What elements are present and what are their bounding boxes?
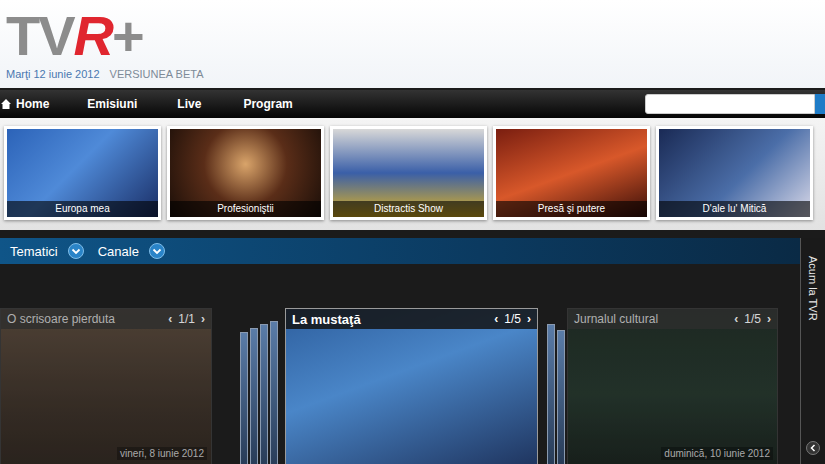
show-panel[interactable]: Jurnalul cultural ‹ 1/5 › duminică, 10 iunie…	[567, 308, 778, 464]
main: Tematici Canale O scrisoare pierduta ‹ 1/1 › v…	[0, 238, 800, 464]
card-stack	[240, 318, 285, 464]
nav-item[interactable]: Program	[243, 97, 292, 111]
featured-card[interactable]: Distractis Show	[330, 126, 487, 220]
next-button[interactable]: ›	[201, 312, 205, 326]
carousel: O scrisoare pierduta ‹ 1/1 › vineri, 8 iunie…	[0, 308, 800, 464]
side-tab[interactable]: Acum la TVR	[800, 238, 825, 464]
stacked-card	[250, 328, 258, 464]
featured-caption: Profesioniştii	[170, 201, 321, 217]
featured-caption: Presă şi putere	[496, 201, 647, 217]
show-title: Jurnalul cultural	[574, 312, 658, 326]
side-tab-label: Acum la TVR	[807, 256, 819, 321]
stacked-card	[557, 330, 565, 464]
pager: ‹ 1/5 ›	[494, 312, 531, 326]
page-count: 1/1	[178, 312, 195, 326]
logo-part: TV	[6, 6, 74, 66]
filter-dropdown[interactable]: Canale	[98, 243, 165, 259]
filter-label: Tematici	[10, 244, 58, 259]
show-panel[interactable]: La mustaţă ‹ 1/5 ›	[285, 308, 538, 464]
filter-label: Canale	[98, 244, 139, 259]
search-field[interactable]	[645, 94, 815, 114]
arrow-left-icon[interactable]	[806, 441, 820, 455]
nav-bar: HomeEmisiuniLiveProgram	[0, 90, 825, 118]
filter-bar: Tematici Canale	[0, 238, 800, 264]
show-date: vineri, 8 iunie 2012	[117, 447, 207, 460]
next-button[interactable]: ›	[527, 312, 531, 326]
prev-button[interactable]: ‹	[734, 312, 738, 326]
stacked-card	[260, 324, 268, 464]
nav-item[interactable]: Home	[0, 97, 87, 111]
nav-item[interactable]: Live	[177, 97, 243, 111]
stacked-card	[547, 324, 555, 464]
chevron-down-icon[interactable]	[149, 243, 165, 259]
stacked-card	[240, 332, 248, 464]
next-button[interactable]: ›	[767, 312, 771, 326]
featured-caption: Europa mea	[7, 201, 158, 217]
prev-button[interactable]: ‹	[168, 312, 172, 326]
page: TVR+ Marţi 12 iunie 2012 VERSIUNEA BETA Hom…	[0, 0, 825, 464]
featured-strip: Europa mea Profesioniştii Distractis Show P…	[0, 118, 825, 230]
logo-part: R	[74, 6, 112, 66]
content-area: Tematici Canale O scrisoare pierduta ‹ 1/1 › v…	[0, 230, 825, 464]
filter-dropdown[interactable]: Tematici	[10, 243, 84, 259]
home-icon	[0, 98, 12, 110]
prev-button[interactable]: ‹	[494, 312, 498, 326]
date-row: Marţi 12 iunie 2012 VERSIUNEA BETA	[6, 68, 819, 80]
show-title: O scrisoare pierduta	[7, 312, 115, 326]
featured-card[interactable]: Europa mea	[4, 126, 161, 220]
featured-card[interactable]: Presă şi putere	[493, 126, 650, 220]
search	[645, 94, 825, 114]
nav-items: HomeEmisiuniLiveProgram	[0, 97, 645, 111]
current-date: Marţi 12 iunie 2012	[6, 68, 100, 80]
featured-card[interactable]: D'ale lu' Mitică	[656, 126, 813, 220]
show-title: La mustaţă	[292, 312, 361, 327]
logo[interactable]: TVR+	[6, 6, 819, 66]
show-date: duminică, 10 iunie 2012	[661, 447, 773, 460]
featured-caption: D'ale lu' Mitică	[659, 201, 810, 217]
search-button[interactable]	[815, 94, 825, 114]
header: TVR+ Marţi 12 iunie 2012 VERSIUNEA BETA	[0, 0, 825, 88]
edition-label: VERSIUNEA BETA	[110, 68, 204, 80]
page-count: 1/5	[504, 312, 521, 326]
nav-item[interactable]: Emisiuni	[87, 97, 177, 111]
stacked-card	[270, 321, 278, 464]
show-panel[interactable]: O scrisoare pierduta ‹ 1/1 › vineri, 8 iunie…	[0, 308, 212, 464]
chevron-down-icon[interactable]	[68, 243, 84, 259]
pager: ‹ 1/1 ›	[168, 312, 205, 326]
featured-caption: Distractis Show	[333, 201, 484, 217]
page-count: 1/5	[744, 312, 761, 326]
logo-part: +	[112, 6, 143, 66]
pager: ‹ 1/5 ›	[734, 312, 771, 326]
card-stack	[538, 318, 565, 464]
featured-card[interactable]: Profesioniştii	[167, 126, 324, 220]
